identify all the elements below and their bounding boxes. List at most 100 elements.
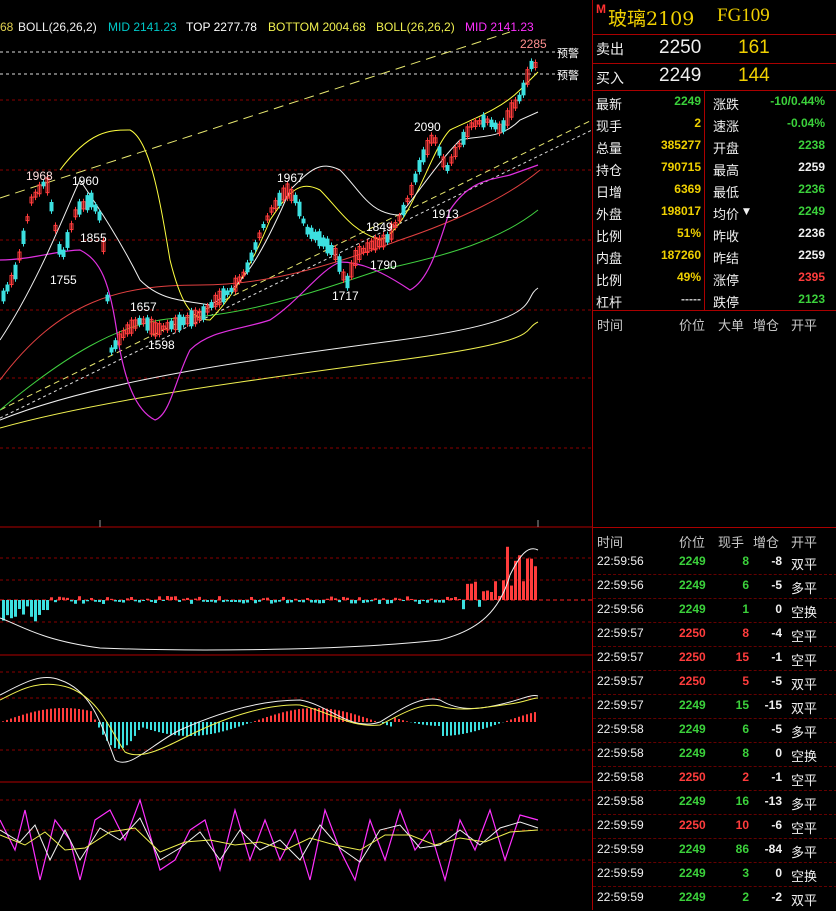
volume-bar bbox=[350, 600, 353, 603]
volume-bar bbox=[418, 600, 421, 604]
tick-type: 双平 bbox=[791, 674, 817, 693]
tick-oi: -6 bbox=[771, 818, 782, 832]
macd-bar bbox=[518, 717, 520, 722]
tick-row[interactable]: 22:59:57224915-15双平 bbox=[593, 695, 836, 719]
volume-bar bbox=[194, 599, 197, 600]
macd-bar bbox=[434, 722, 436, 726]
candle-body bbox=[438, 147, 441, 155]
macd-bar bbox=[394, 718, 396, 722]
macd-bar bbox=[86, 710, 88, 722]
big-orders-list[interactable] bbox=[593, 336, 836, 526]
tick-time: 22:59:59 bbox=[597, 866, 644, 880]
quote-panel: M 玻璃2109 FG109 卖出 2250 161 买入 2249 144 最… bbox=[592, 0, 836, 910]
tick-row[interactable]: 22:59:5922492-2双平 bbox=[593, 887, 836, 911]
tick-oi: -84 bbox=[765, 842, 782, 856]
quote-label-right: 跌停 bbox=[713, 292, 739, 311]
macd-bar bbox=[390, 722, 392, 726]
tick-row[interactable]: 22:59:58224980空换 bbox=[593, 743, 836, 767]
macd-bar bbox=[490, 722, 492, 726]
volume-bar bbox=[522, 581, 525, 600]
volume-bar bbox=[294, 599, 297, 600]
alert-markers[interactable]: 预警 预警 bbox=[557, 46, 579, 82]
tick-type: 双平 bbox=[791, 890, 817, 909]
tick-row[interactable]: 22:59:58224916-13多平 bbox=[593, 791, 836, 815]
price-label-1598: 1598 bbox=[148, 338, 175, 352]
macd-bar bbox=[262, 718, 264, 722]
chevron-down-icon[interactable]: ▼ bbox=[743, 207, 750, 217]
tick-qty: 5 bbox=[742, 674, 749, 688]
macd-bar bbox=[522, 715, 524, 722]
macd-bar bbox=[514, 718, 516, 722]
volume-bar bbox=[126, 598, 129, 600]
tick-row[interactable]: 22:59:56224910空换 bbox=[593, 599, 836, 623]
tick-row[interactable]: 22:59:5822502-1空平 bbox=[593, 767, 836, 791]
volume-bar bbox=[506, 547, 509, 600]
menu-badge[interactable]: M bbox=[596, 2, 606, 16]
macd-bar bbox=[286, 711, 288, 722]
volume-bar bbox=[278, 600, 281, 602]
candle-body bbox=[422, 150, 425, 162]
pane-separators bbox=[0, 527, 592, 782]
price-label-1913: 1913 bbox=[432, 207, 459, 221]
bid-row[interactable]: 买入 2249 144 bbox=[593, 64, 836, 90]
volume-bar bbox=[410, 599, 413, 600]
volume-bar bbox=[190, 600, 193, 604]
tick-time: 22:59:56 bbox=[597, 554, 644, 568]
macd-bar bbox=[302, 709, 304, 722]
tick-row[interactable]: 22:59:5822496-5多平 bbox=[593, 719, 836, 743]
kline-chart-area[interactable]: 2285 2090 1968 1960 1967 1855 1755 1849 … bbox=[0, 0, 592, 910]
boll-param-label-2: BOLL(26,26,2) bbox=[376, 20, 455, 34]
tick-row[interactable]: 22:59:59225010-6空平 bbox=[593, 815, 836, 839]
volume-bar bbox=[242, 600, 245, 603]
volume-bar bbox=[138, 600, 141, 602]
macd-bar bbox=[142, 722, 144, 728]
tick-qty: 8 bbox=[742, 746, 749, 760]
tick-type: 多平 bbox=[791, 722, 817, 741]
tick-row[interactable]: 22:59:59224986-84多平 bbox=[593, 839, 836, 863]
candle-body bbox=[106, 295, 109, 301]
macd-bar bbox=[210, 722, 212, 734]
volume-bar bbox=[214, 600, 217, 603]
macd-bar bbox=[82, 710, 84, 722]
macd-bar bbox=[74, 709, 76, 722]
volume-bar bbox=[18, 600, 21, 609]
volume-bar bbox=[150, 600, 153, 602]
lower-trend-line bbox=[0, 120, 592, 410]
tick-row[interactable]: 22:59:5722508-4空平 bbox=[593, 623, 836, 647]
tick-type: 多平 bbox=[791, 578, 817, 597]
tick-row[interactable]: 22:59:5622498-8双平 bbox=[593, 551, 836, 575]
macd-bar bbox=[158, 722, 160, 732]
tick-row[interactable]: 22:59:59224930空换 bbox=[593, 863, 836, 887]
indicator-title-bar: 68 BOLL(26,26,2) MID 2141.23 TOP 2277.78… bbox=[0, 0, 592, 36]
macd-bar bbox=[402, 720, 404, 722]
macd-bar bbox=[234, 722, 236, 728]
macd-bar bbox=[374, 721, 376, 722]
quote-value-right: 2259 bbox=[798, 248, 825, 262]
volume-bar bbox=[274, 600, 277, 602]
ask-row[interactable]: 卖出 2250 161 bbox=[593, 35, 836, 63]
volume-bar bbox=[158, 596, 161, 600]
volume-bar bbox=[442, 600, 445, 603]
macd-bar bbox=[34, 711, 36, 722]
macd-bar bbox=[486, 722, 488, 728]
volume-bar bbox=[454, 597, 457, 600]
volume-bar bbox=[66, 598, 69, 600]
tick-col-price: 价位 bbox=[679, 532, 705, 551]
price-label-2090: 2090 bbox=[414, 120, 441, 134]
tick-row[interactable]: 22:59:5622496-5多平 bbox=[593, 575, 836, 599]
tick-qty: 10 bbox=[736, 818, 749, 832]
tick-price: 2250 bbox=[679, 818, 706, 832]
macd-bar bbox=[466, 722, 468, 733]
tick-type: 双平 bbox=[791, 554, 817, 573]
price-label-1755: 1755 bbox=[50, 273, 77, 287]
tick-price: 2250 bbox=[679, 674, 706, 688]
quote-label-left: 比例 bbox=[596, 226, 622, 245]
tick-oi: -5 bbox=[771, 722, 782, 736]
col-price: 价位 bbox=[679, 315, 705, 334]
volume-bar bbox=[154, 600, 157, 603]
tick-row[interactable]: 22:59:57225015-1空平 bbox=[593, 647, 836, 671]
macd-bar bbox=[110, 722, 112, 745]
volume-bar bbox=[390, 600, 393, 603]
volume-bar bbox=[386, 600, 389, 604]
tick-row[interactable]: 22:59:5722505-5双平 bbox=[593, 671, 836, 695]
